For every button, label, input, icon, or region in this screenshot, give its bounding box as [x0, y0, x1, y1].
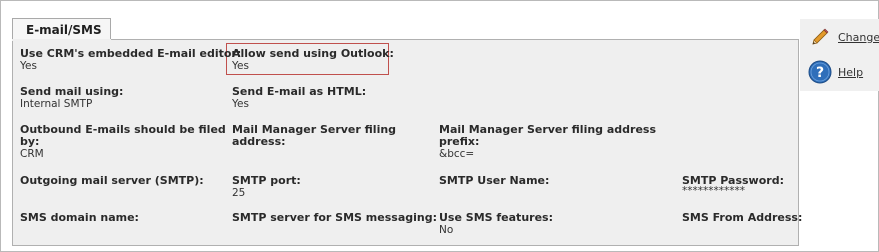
field-send-as-html: Send E-mail as HTML: Yes [232, 86, 366, 111]
tab-email-sms[interactable]: E-mail/SMS [12, 18, 111, 40]
field-smtp-sms-server: SMTP server for SMS messaging: [232, 212, 437, 224]
field-label-line2: address: [232, 135, 286, 148]
field-send-mail-using: Send mail using: Internal SMTP [20, 86, 123, 111]
field-allow-outlook: Allow send using Outlook: Yes [232, 48, 394, 73]
help-icon: ? [808, 60, 832, 84]
field-value: Yes [232, 60, 249, 72]
field-value: Yes [232, 98, 249, 110]
field-value: Yes [20, 60, 37, 72]
field-mms-filing-address: Mail Manager Server filing address: [232, 124, 396, 148]
field-label-line2: prefix: [439, 135, 480, 148]
field-value: &bcc= [439, 148, 475, 160]
change-button[interactable]: Change [808, 24, 879, 50]
field-outgoing-server: Outgoing mail server (SMTP): [20, 175, 204, 187]
field-outbound-filed-by: Outbound E-mails should be filed by: CRM [20, 124, 226, 161]
field-label: SMTP port: [232, 174, 301, 187]
svg-text:?: ? [816, 65, 824, 81]
help-label: Help [838, 65, 864, 79]
tab-connector [12, 39, 111, 41]
field-label: Send E-mail as HTML: [232, 85, 367, 98]
field-use-sms: Use SMS features: No [439, 212, 553, 237]
field-sms-domain: SMS domain name: [20, 212, 139, 224]
field-label: SMS domain name: [20, 211, 139, 224]
pencil-icon [808, 25, 832, 49]
field-value: Internal SMTP [20, 98, 93, 110]
field-label: Allow send using Outlook: [232, 47, 394, 60]
field-label: Outgoing mail server (SMTP): [20, 174, 204, 187]
change-label: Change [838, 30, 879, 44]
field-label: Send mail using: [20, 85, 124, 98]
field-label-line1: Outbound E-mails should be filed [20, 123, 226, 136]
field-label-line2: by: [20, 135, 40, 148]
field-label: SMTP server for SMS messaging: [232, 211, 437, 224]
field-value: No [439, 224, 454, 236]
field-sms-from: SMS From Address: [682, 212, 802, 224]
field-smtp-password: SMTP Password: ************ [682, 175, 784, 197]
field-smtp-port: SMTP port: 25 [232, 175, 301, 200]
field-smtp-user: SMTP User Name: [439, 175, 549, 187]
field-label: SMS From Address: [682, 211, 803, 224]
field-label: SMTP User Name: [439, 174, 550, 187]
field-value: 25 [232, 187, 246, 199]
field-value: ************ [682, 185, 745, 197]
field-label: Use SMS features: [439, 211, 553, 224]
field-mms-filing-prefix: Mail Manager Server filing address prefi… [439, 124, 656, 161]
field-label: Use CRM's embedded E-mail editor: [20, 47, 242, 60]
help-button[interactable]: ? Help [808, 59, 863, 85]
field-value: CRM [20, 148, 44, 160]
field-embedded-editor: Use CRM's embedded E-mail editor: Yes [20, 48, 241, 73]
